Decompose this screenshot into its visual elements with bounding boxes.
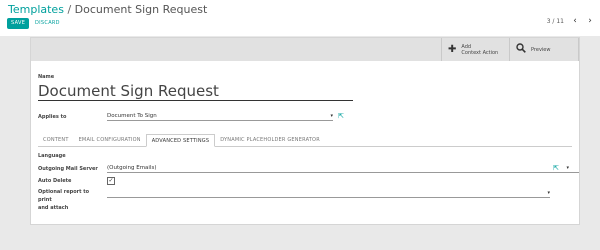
auto-delete-checkbox[interactable]: ✓ — [107, 177, 115, 185]
auto-delete-label: Auto Delete — [38, 178, 72, 184]
outgoing-mail-server-label: Outgoing Mail Server — [38, 166, 98, 172]
applies-to-select[interactable]: Document To Sign ▾ — [107, 112, 333, 121]
optional-report-label-line1: Optional report to print — [38, 189, 90, 203]
tab-email-configuration[interactable]: EMAIL CONFIGURATION — [74, 134, 146, 146]
search-icon — [516, 43, 526, 56]
preview-button[interactable]: Preview — [509, 38, 579, 61]
preview-label: Preview — [531, 46, 551, 53]
notebook-tabs: CONTENT EMAIL CONFIGURATION ADVANCED SET… — [38, 134, 572, 147]
chevron-left-icon[interactable]: ‹ — [570, 16, 580, 26]
language-label: Language — [38, 153, 66, 159]
tab-dynamic-placeholder-generator[interactable]: DYNAMIC PLACEHOLDER GENERATOR — [215, 134, 325, 146]
tab-advanced-settings[interactable]: ADVANCED SETTINGS — [145, 134, 216, 147]
breadcrumb-current: Document Sign Request — [74, 3, 208, 16]
applies-to-label: Applies to — [38, 114, 67, 120]
control-panel: Templates / Document Sign Request SAVE D… — [0, 0, 600, 36]
outgoing-mail-server-value: (Outgoing Emails) — [107, 165, 157, 171]
form-sheet: ✚ Add Context Action Preview Name Docume… — [30, 37, 580, 225]
plus-icon: ✚ — [448, 43, 457, 55]
external-link-icon[interactable]: ⇱ — [338, 112, 344, 120]
breadcrumb: Templates / Document Sign Request — [8, 3, 207, 17]
breadcrumb-templates-link[interactable]: Templates — [8, 3, 64, 16]
optional-report-label: Optional report to print and attach — [38, 188, 104, 212]
chevron-right-icon[interactable]: › — [585, 16, 595, 26]
optional-report-label-line2: and attach — [38, 205, 69, 211]
add-context-action-text: Add Context Action — [461, 44, 498, 56]
breadcrumb-separator: / — [67, 3, 72, 16]
applies-to-value: Document To Sign — [107, 113, 157, 119]
name-label: Name — [38, 74, 55, 80]
pager-value[interactable]: 3 / 11 — [547, 18, 564, 25]
external-link-icon[interactable]: ⇱ — [553, 164, 559, 172]
discard-button[interactable]: DISCARD — [35, 18, 60, 29]
caret-down-icon[interactable]: ▾ — [547, 189, 550, 197]
caret-down-icon[interactable]: ▾ — [566, 164, 569, 172]
outgoing-mail-server-select[interactable]: (Outgoing Emails) ▾ — [107, 164, 579, 173]
save-button[interactable]: SAVE — [7, 18, 30, 29]
caret-down-icon[interactable]: ▾ — [330, 112, 333, 120]
optional-report-select[interactable]: ▾ — [107, 189, 550, 198]
tab-content[interactable]: CONTENT — [38, 134, 74, 146]
smart-buttons-bar: ✚ Add Context Action Preview — [31, 38, 579, 61]
add-context-action-line2: Context Action — [461, 49, 499, 56]
name-field[interactable]: Document Sign Request — [38, 82, 353, 101]
